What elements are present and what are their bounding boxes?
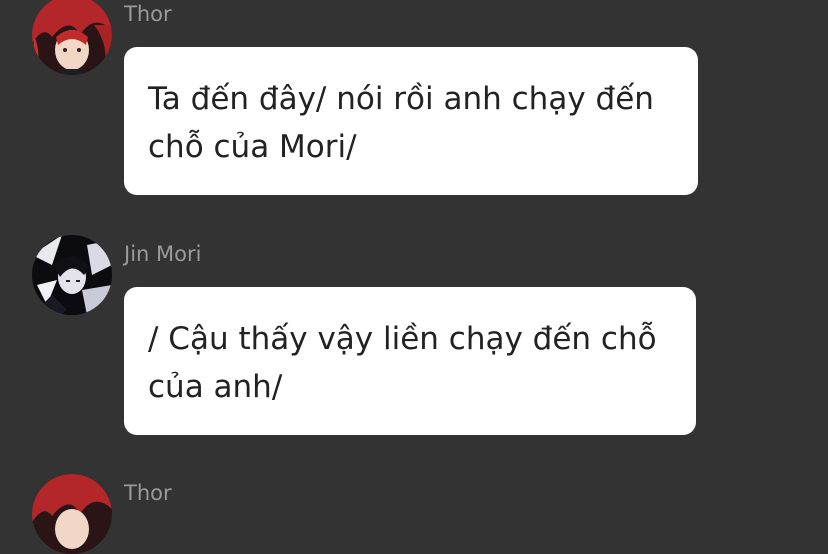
message-text: / Cậu thấy vậy liền chạy đến chỗ của anh… [148, 321, 657, 405]
sender-avatar[interactable] [32, 474, 112, 554]
message-bubble[interactable]: Ta đến đây/ nói rồi anh chạy đến chỗ của… [124, 47, 698, 195]
message-bubble[interactable]: / Cậu thấy vậy liền chạy đến chỗ của anh… [124, 287, 696, 435]
red-haired-character-avatar-icon [32, 474, 112, 554]
dark-haired-character-avatar-icon [32, 235, 112, 315]
sender-name: Jin Mori [124, 242, 202, 266]
sender-avatar[interactable] [32, 0, 112, 75]
sender-avatar[interactable] [32, 235, 112, 315]
red-haired-character-avatar-icon [32, 0, 112, 75]
sender-name: Thor [124, 481, 172, 505]
sender-name: Thor [124, 2, 172, 26]
message-text: Ta đến đây/ nói rồi anh chạy đến chỗ của… [148, 81, 654, 165]
